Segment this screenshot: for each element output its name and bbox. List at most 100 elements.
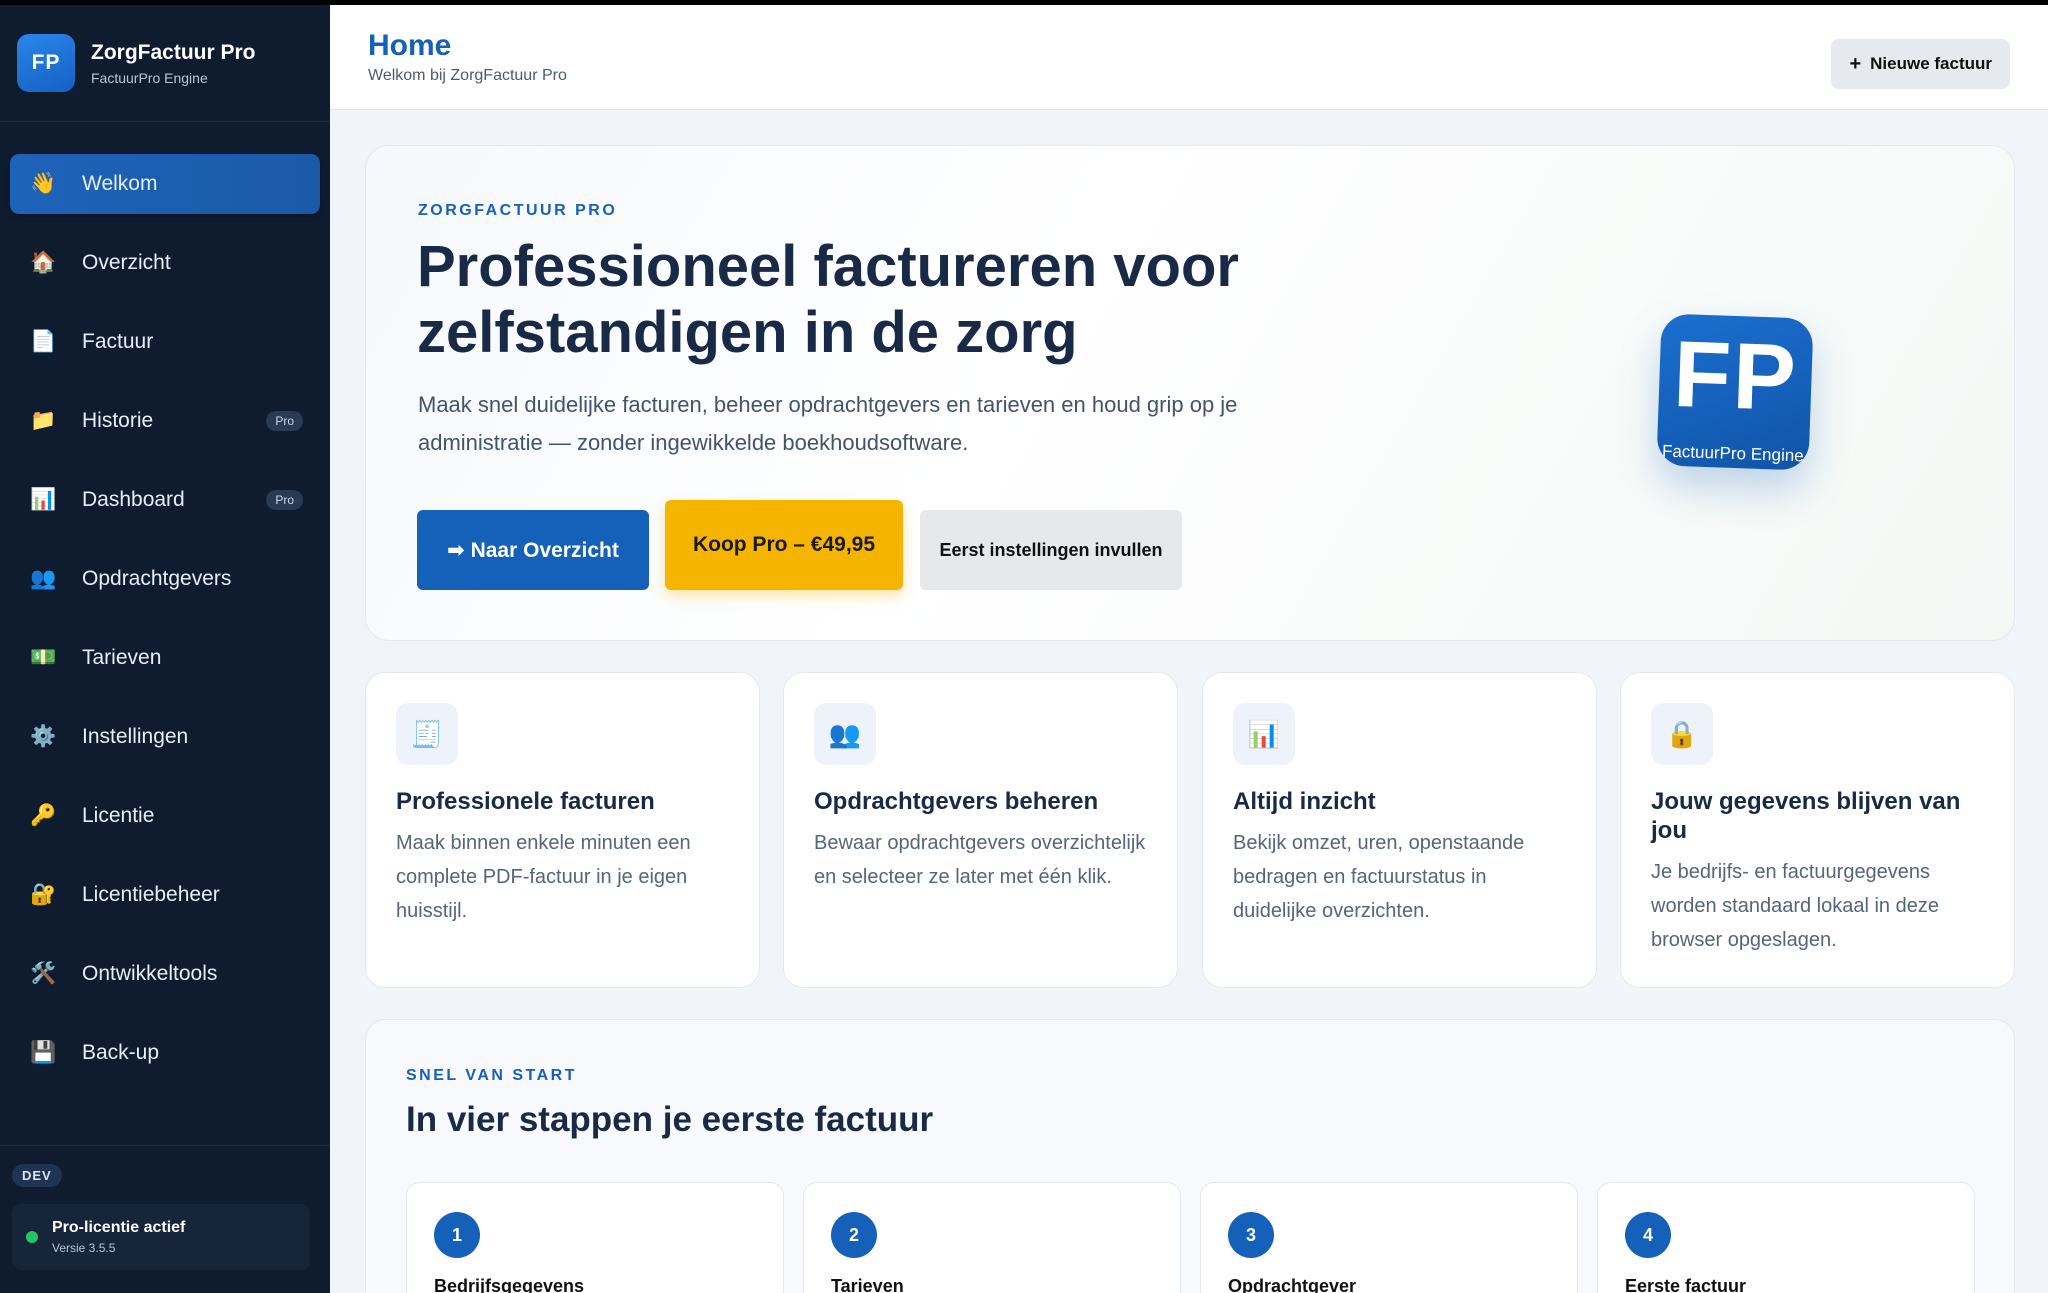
chart-icon: 📊 — [30, 488, 57, 511]
sidebar-item-label: Back-up — [82, 1041, 160, 1064]
sidebar-item-historie[interactable]: 📁 Historie Pro — [10, 391, 320, 451]
step-title: Eerste factuur — [1625, 1276, 1747, 1293]
hero-card: ZORGFACTUUR PRO Professioneel factureren… — [365, 145, 2015, 641]
sidebar: FP ZorgFactuur Pro FactuurPro Engine 👋 W… — [0, 5, 330, 1293]
feature-card: 🧾 Professionele facturen Maak binnen enk… — [365, 672, 760, 988]
plus-icon: + — [1849, 52, 1862, 75]
sidebar-item-opdrachtgevers[interactable]: 👥 Opdrachtgevers — [10, 549, 320, 609]
step-title: Opdrachtgever — [1228, 1276, 1357, 1293]
step-card: 3 Opdrachtgever — [1200, 1182, 1578, 1293]
page-header: Home Welkom bij ZorgFactuur Pro + Nieuwe… — [330, 5, 2048, 110]
app-version: Versie 3.5.5 — [52, 1241, 116, 1255]
step-card: 1 Bedrijfsgegevens — [406, 1182, 784, 1293]
lock-key-icon: 🔐 — [30, 883, 57, 906]
hero-logo-letters: FP — [1671, 320, 1800, 431]
feature-title: Jouw gegevens blijven van jou — [1651, 788, 1961, 844]
quickstart-eyebrow: SNEL VAN START — [406, 1067, 578, 1084]
quickstart-section: SNEL VAN START In vier stappen je eerste… — [365, 1019, 2015, 1293]
sidebar-item-label: Historie — [82, 409, 154, 432]
to-overview-button[interactable]: ➡ Naar Overzicht — [417, 510, 649, 590]
page-title: Home — [368, 29, 452, 62]
feature-text: Bekijk omzet, uren, openstaande bedragen… — [1233, 832, 1525, 922]
feature-cards: 🧾 Professionele facturen Maak binnen enk… — [365, 672, 2015, 988]
new-invoice-button[interactable]: + Nieuwe factuur — [1831, 39, 2010, 89]
step-number: 4 — [1625, 1212, 1671, 1258]
step-title: Bedrijfsgegevens — [434, 1276, 585, 1293]
sidebar-item-licentiebeheer[interactable]: 🔐 Licentiebeheer — [10, 865, 320, 925]
sidebar-item-licentie[interactable]: 🔑 Licentie — [10, 786, 320, 846]
sidebar-item-overzicht[interactable]: 🏠 Overzicht — [10, 233, 320, 293]
buy-pro-button[interactable]: Koop Pro – €49,95 — [665, 500, 903, 590]
folder-icon: 📁 — [30, 409, 57, 432]
feature-text: Je bedrijfs- en factuurgegevens worden s… — [1651, 861, 1939, 951]
hero-title: Professioneel factureren voor zelfstandi… — [417, 234, 1239, 365]
gear-icon: ⚙️ — [30, 725, 57, 748]
pro-badge: Pro — [266, 411, 303, 431]
app-engine: FactuurPro Engine — [91, 69, 208, 86]
new-invoice-label: Nieuwe factuur — [1870, 54, 1992, 73]
page-subtitle: Welkom bij ZorgFactuur Pro — [368, 67, 567, 84]
hero-eyebrow: ZORGFACTUUR PRO — [418, 202, 618, 219]
sidebar-item-back-up[interactable]: 💾 Back-up — [10, 1023, 320, 1083]
sidebar-item-label: Opdrachtgevers — [82, 567, 232, 590]
home-icon: 🏠 — [30, 251, 57, 274]
sidebar-footer: DEV Pro-licentie actief Versie 3.5.5 — [0, 1145, 330, 1293]
sidebar-item-label: Licentie — [82, 804, 155, 827]
key-icon: 🔑 — [30, 804, 57, 827]
document-icon: 📄 — [30, 330, 57, 353]
fill-settings-button[interactable]: Eerst instellingen invullen — [920, 510, 1182, 590]
step-number: 1 — [434, 1212, 480, 1258]
sidebar-item-label: Dashboard — [82, 488, 185, 511]
sidebar-item-instellingen[interactable]: ⚙️ Instellingen — [10, 707, 320, 767]
sidebar-item-label: Instellingen — [82, 725, 189, 748]
feature-text: Bewaar opdrachtgevers overzichtelijk en … — [814, 832, 1146, 888]
sidebar-item-label: Ontwikkeltools — [82, 962, 218, 985]
sidebar-item-welkom[interactable]: 👋 Welkom — [10, 154, 320, 214]
receipt-icon: 🧾 — [396, 703, 458, 765]
feature-card: 👥 Opdrachtgevers beheren Bewaar opdracht… — [783, 672, 1178, 988]
brand: FP ZorgFactuur Pro FactuurPro Engine — [0, 5, 330, 122]
pro-badge: Pro — [266, 490, 303, 510]
users-icon: 👥 — [30, 567, 57, 590]
feature-title: Opdrachtgevers beheren — [814, 788, 1099, 815]
licence-status-box: Pro-licentie actief Versie 3.5.5 — [12, 1204, 310, 1270]
sidebar-item-label: Factuur — [82, 330, 154, 353]
users-icon: 👥 — [814, 703, 876, 765]
step-card: 4 Eerste factuur — [1597, 1182, 1975, 1293]
licence-status: Pro-licentie actief — [52, 1219, 186, 1236]
sidebar-item-ontwikkeltools[interactable]: 🛠️ Ontwikkeltools — [10, 944, 320, 1004]
quickstart-title: In vier stappen je eerste factuur — [406, 1100, 934, 1139]
sidebar-item-label: Licentiebeheer — [82, 883, 220, 906]
window-top-strip — [0, 0, 2048, 5]
money-icon: 💵 — [30, 646, 57, 669]
feature-title: Professionele facturen — [396, 788, 655, 815]
feature-card: 📊 Altijd inzicht Bekijk omzet, uren, ope… — [1202, 672, 1597, 988]
status-dot-icon — [26, 1231, 38, 1243]
wave-icon: 👋 — [30, 172, 57, 195]
lock-icon: 🔒 — [1651, 703, 1713, 765]
feature-title: Altijd inzicht — [1233, 788, 1376, 815]
sidebar-item-label: Overzicht — [82, 251, 171, 274]
sidebar-item-label: Welkom — [82, 172, 158, 195]
step-number: 2 — [831, 1212, 877, 1258]
floppy-icon: 💾 — [30, 1041, 57, 1064]
feature-text: Maak binnen enkele minuten een complete … — [396, 832, 691, 922]
chart-icon: 📊 — [1233, 703, 1295, 765]
sidebar-item-dashboard[interactable]: 📊 Dashboard Pro — [10, 470, 320, 530]
step-card: 2 Tarieven — [803, 1182, 1181, 1293]
hero-text: Maak snel duidelijke facturen, beheer op… — [418, 392, 1238, 455]
step-number: 3 — [1228, 1212, 1274, 1258]
dev-badge: DEV — [12, 1164, 62, 1187]
main-content: Home Welkom bij ZorgFactuur Pro + Nieuwe… — [330, 5, 2048, 1293]
sidebar-item-label: Tarieven — [82, 646, 162, 669]
app-logo: FP — [17, 34, 75, 92]
step-title: Tarieven — [831, 1276, 904, 1293]
tools-icon: 🛠️ — [30, 962, 57, 985]
app-name: ZorgFactuur Pro — [91, 40, 256, 64]
sidebar-nav: 👋 Welkom 🏠 Overzicht 📄 Factuur 📁 Histori… — [0, 122, 330, 1083]
sidebar-item-tarieven[interactable]: 💵 Tarieven — [10, 628, 320, 688]
feature-card: 🔒 Jouw gegevens blijven van jou Je bedri… — [1620, 672, 2015, 988]
hero-logo: FP FactuurPro Engine — [1656, 313, 1814, 471]
hero-logo-subtitle: FactuurPro Engine — [1661, 441, 1805, 466]
sidebar-item-factuur[interactable]: 📄 Factuur — [10, 312, 320, 372]
